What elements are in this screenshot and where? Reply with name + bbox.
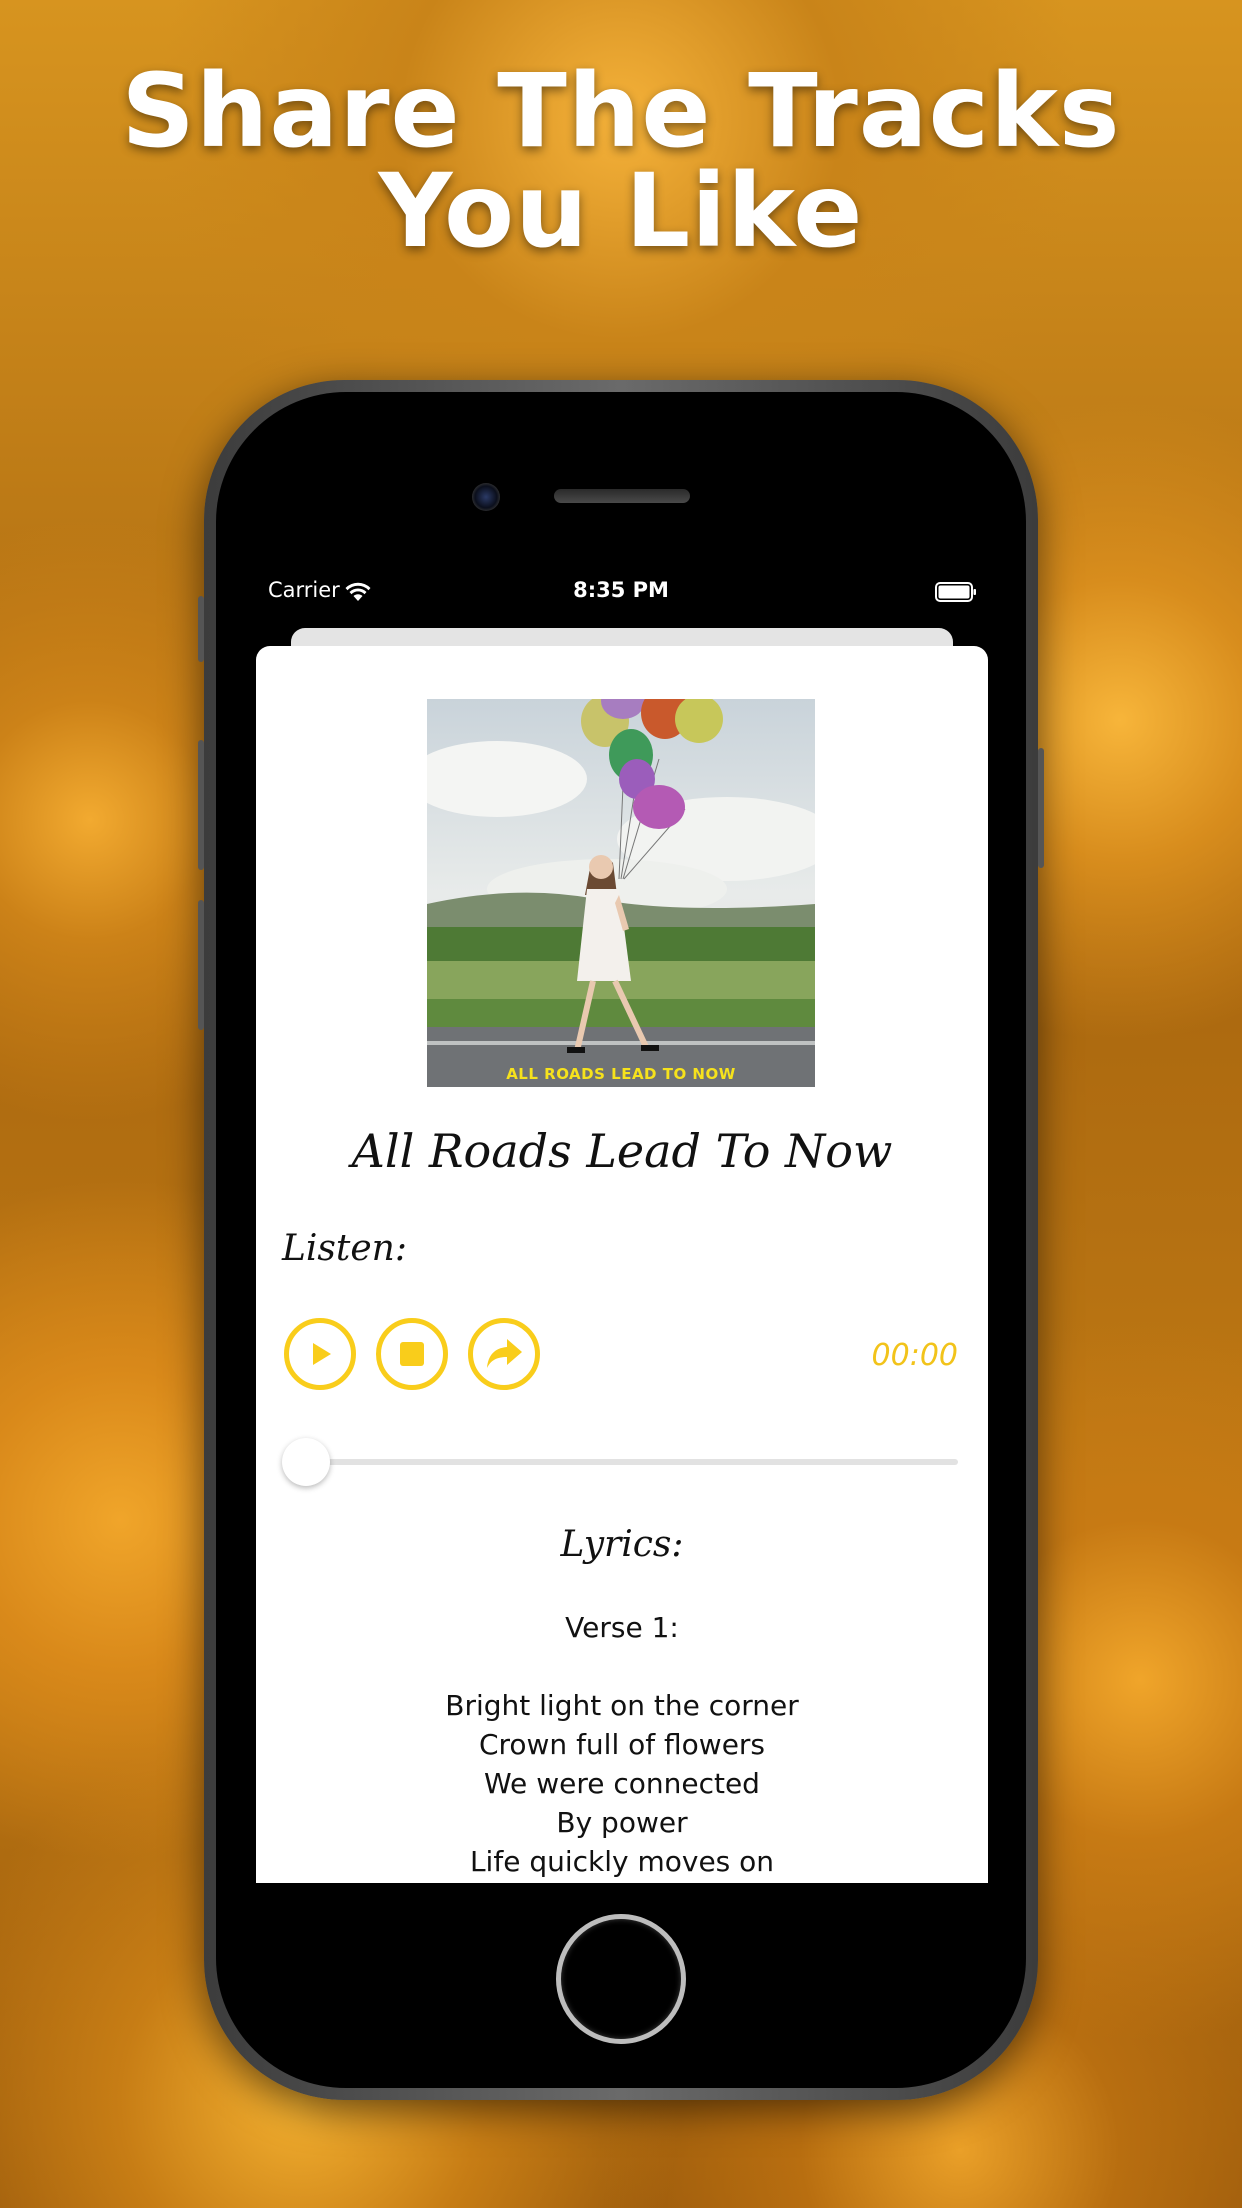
lyric-line: We were connected	[484, 1767, 760, 1800]
phone-volume-down	[198, 900, 204, 1030]
phone-mute-switch	[198, 596, 204, 662]
play-icon	[313, 1343, 331, 1365]
album-art: ALL ROADS LEAD TO NOW	[427, 699, 815, 1087]
stop-button[interactable]	[376, 1318, 448, 1390]
share-button[interactable]	[468, 1318, 540, 1390]
lyric-line: Life quickly moves on	[469, 1845, 775, 1878]
headline-line-2: You Like	[378, 152, 864, 271]
lyrics-label: Lyrics:	[560, 1524, 684, 1565]
home-button[interactable]	[556, 1914, 686, 2044]
track-detail-sheet: ALL ROADS LEAD TO NOW All Roads Lead To …	[256, 646, 988, 1883]
headline-line-1: Share The Tracks	[121, 52, 1121, 171]
playback-time: 00:00	[871, 1338, 958, 1373]
album-art-image	[427, 699, 815, 1087]
status-time: 8:35 PM	[573, 578, 669, 602]
status-carrier: Carrier	[268, 578, 340, 602]
front-camera-icon	[472, 483, 500, 511]
album-art-caption: ALL ROADS LEAD TO NOW	[506, 1065, 736, 1083]
playback-slider-track[interactable]	[282, 1459, 958, 1465]
wifi-icon	[345, 582, 371, 601]
playback-slider-thumb[interactable]	[282, 1438, 330, 1486]
lyric-line: By power	[556, 1806, 688, 1839]
earpiece-speaker	[554, 489, 690, 503]
lyric-line: Crown full of flowers	[478, 1728, 766, 1761]
verse-title: Verse 1:	[565, 1611, 679, 1644]
lyrics-text: Verse 1: Bright light on the corner Crow…	[256, 1608, 988, 1881]
phone-volume-up	[198, 740, 204, 870]
promo-headline: Share The Tracks You Like	[0, 52, 1242, 271]
lyric-line: Bright light on the corner	[445, 1689, 799, 1722]
listen-label: Listen:	[282, 1228, 407, 1269]
share-icon	[487, 1339, 522, 1368]
stop-icon	[400, 1342, 424, 1366]
play-button[interactable]	[284, 1318, 356, 1390]
battery-icon	[935, 582, 976, 602]
track-title: All Roads Lead To Now	[351, 1124, 893, 1178]
phone-power-button	[1038, 748, 1044, 868]
